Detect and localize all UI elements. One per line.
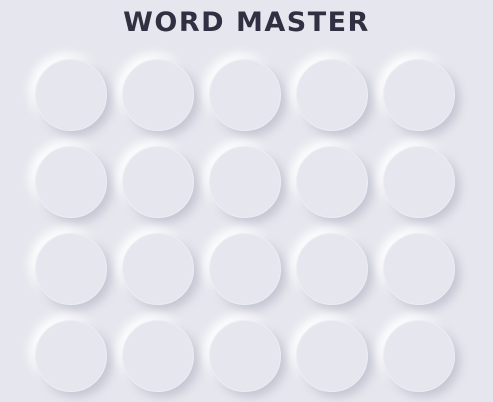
letter-tile[interactable] — [209, 320, 281, 392]
letter-tile[interactable] — [35, 59, 107, 131]
letter-tile[interactable] — [296, 233, 368, 305]
letter-tile[interactable] — [296, 320, 368, 392]
letter-tile[interactable] — [35, 233, 107, 305]
letter-tile[interactable] — [383, 233, 455, 305]
letter-tile[interactable] — [35, 146, 107, 218]
letter-tile[interactable] — [122, 146, 194, 218]
letter-tile[interactable] — [383, 320, 455, 392]
letter-tile[interactable] — [122, 233, 194, 305]
letter-tile[interactable] — [296, 146, 368, 218]
letter-tile[interactable] — [209, 233, 281, 305]
letter-tile[interactable] — [209, 146, 281, 218]
letter-tile[interactable] — [122, 59, 194, 131]
letter-tile[interactable] — [209, 59, 281, 131]
game-board — [35, 59, 455, 393]
page-title: WORD MASTER — [123, 7, 370, 38]
letter-tile[interactable] — [383, 146, 455, 218]
letter-tile[interactable] — [35, 320, 107, 392]
letter-tile[interactable] — [296, 59, 368, 131]
letter-tile[interactable] — [383, 59, 455, 131]
letter-tile[interactable] — [122, 320, 194, 392]
